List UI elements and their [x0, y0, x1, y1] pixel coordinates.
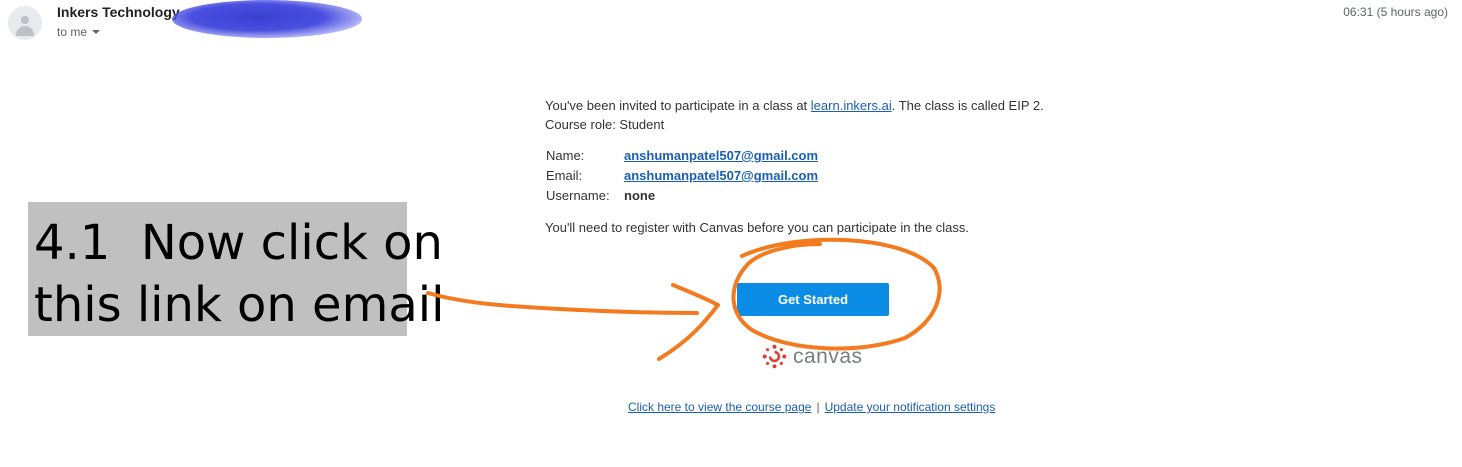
notification-settings-link[interactable]: Update your notification settings — [825, 400, 996, 414]
arrow-head-ink — [657, 283, 720, 361]
course-site-link[interactable]: learn.inkers.ai — [811, 98, 892, 113]
get-started-button[interactable]: Get Started — [737, 283, 889, 316]
course-page-link[interactable]: Click here to view the course page — [628, 400, 811, 414]
email-label: Email: — [546, 168, 583, 183]
invite-message: You've been invited to participate in a … — [545, 96, 1075, 134]
canvas-logo-icon — [762, 344, 787, 369]
redaction-scribble — [172, 0, 362, 38]
account-details: Name: anshumanpatel507@gmail.com Email: … — [546, 146, 818, 206]
canvas-brand-name: canvas — [793, 344, 863, 368]
footer-separator: | — [816, 400, 820, 414]
sender-avatar[interactable] — [8, 6, 42, 40]
arrow-shaft-ink — [426, 291, 699, 315]
name-value-link[interactable]: anshumanpatel507@gmail.com — [624, 148, 818, 163]
username-value: none — [624, 188, 656, 203]
register-instruction: You'll need to register with Canvas befo… — [545, 220, 970, 235]
recipient-details-toggle[interactable]: to me — [57, 25, 101, 39]
timestamp: 06:31 (5 hours ago) — [1343, 5, 1448, 19]
email-footer: Click here to view the course page | Upd… — [628, 400, 995, 414]
instruction-line-2: this link on email — [34, 277, 445, 333]
name-label: Name: — [546, 148, 585, 163]
canvas-logo: canvas — [762, 344, 863, 369]
instruction-line-1: 4.1 Now click on — [34, 215, 443, 271]
email-row: Email: anshumanpatel507@gmail.com — [546, 166, 818, 186]
avatar-head-icon — [21, 16, 29, 24]
invite-text-start: You've been invited to participate in a … — [545, 98, 811, 113]
name-row: Name: anshumanpatel507@gmail.com — [546, 146, 818, 166]
avatar-body-icon — [16, 26, 34, 36]
username-row: Username: none — [546, 186, 818, 206]
instruction-callout: 4.1 Now click on this link on email — [28, 202, 445, 336]
username-label: Username: — [546, 188, 610, 203]
recipient-label: to me — [57, 25, 88, 39]
sender-name[interactable]: Inkers Technology — [57, 4, 180, 20]
caret-down-icon — [92, 30, 101, 34]
email-value-link[interactable]: anshumanpatel507@gmail.com — [624, 168, 818, 183]
